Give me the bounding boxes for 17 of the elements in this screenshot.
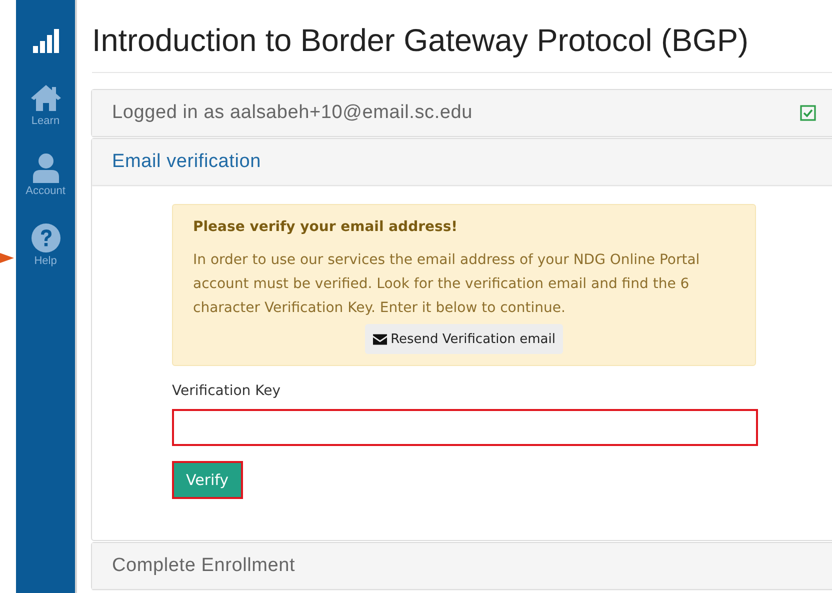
signal-bars-logo <box>32 29 58 53</box>
envelope-icon <box>372 334 387 344</box>
help-icon <box>30 223 62 253</box>
nav-item[interactable]: Help <box>30 223 62 267</box>
input-field[interactable] <box>172 409 758 446</box>
nav-item[interactable]: Learn <box>30 83 62 127</box>
field-label: Verification Key <box>172 383 280 399</box>
alert-heading: Please verify your email address! <box>193 219 459 235</box>
page-title: Introduction to Border Gateway Protocol (BGP) <box>92 22 832 73</box>
resend-button[interactable]: Resend Verification email <box>364 324 564 354</box>
alert-message: In order to use our services the email address of your NDG Online Portal account must be verified. Look for the verification email and find the 6 character Verification Key. Enter it below to continue. <box>193 251 701 318</box>
section-header[interactable]: Email verification <box>112 151 262 173</box>
nav-item[interactable]: Account <box>26 153 66 197</box>
section-header[interactable]: Complete Enrollment <box>112 555 296 577</box>
verify-button[interactable]: Verify <box>172 461 243 499</box>
pointer-arrow-icon <box>0 251 14 265</box>
home-icon <box>30 83 62 113</box>
